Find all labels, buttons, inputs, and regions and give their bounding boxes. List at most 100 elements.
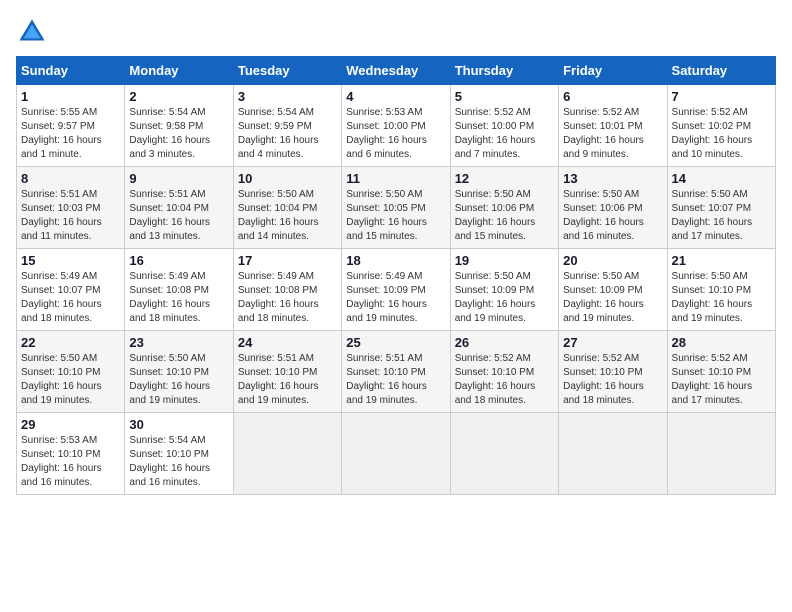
day-detail: Sunrise: 5:55 AMSunset: 9:57 PMDaylight:… bbox=[21, 106, 120, 162]
day-detail: Sunrise: 5:50 AMSunset: 10:09 PMDaylight… bbox=[563, 270, 662, 326]
day-number: 5 bbox=[455, 89, 554, 104]
day-number: 24 bbox=[238, 335, 337, 350]
day-number: 30 bbox=[129, 417, 228, 432]
day-detail: Sunrise: 5:50 AMSunset: 10:07 PMDaylight… bbox=[672, 188, 771, 244]
calendar-cell: 21Sunrise: 5:50 AMSunset: 10:10 PMDaylig… bbox=[667, 249, 775, 331]
calendar-cell: 19Sunrise: 5:50 AMSunset: 10:09 PMDaylig… bbox=[450, 249, 558, 331]
col-header-monday: Monday bbox=[125, 57, 233, 85]
calendar-cell: 24Sunrise: 5:51 AMSunset: 10:10 PMDaylig… bbox=[233, 331, 341, 413]
calendar-cell bbox=[233, 413, 341, 495]
day-detail: Sunrise: 5:52 AMSunset: 10:01 PMDaylight… bbox=[563, 106, 662, 162]
calendar-cell: 26 Sunrise: 5:52 AMSunset: 10:10 PMDaylig… bbox=[450, 331, 558, 413]
day-detail: Sunrise: 5:52 AMSunset: 10:10 PMDaylight… bbox=[455, 352, 554, 408]
col-header-friday: Friday bbox=[559, 57, 667, 85]
calendar-cell: 12 Sunrise: 5:50 AMSunset: 10:06 PMDaylig… bbox=[450, 167, 558, 249]
day-detail: Sunrise: 5:54 AMSunset: 9:58 PMDaylight:… bbox=[129, 106, 228, 162]
day-detail: Sunrise: 5:52 AMSunset: 10:02 PMDaylight… bbox=[672, 106, 771, 162]
col-header-wednesday: Wednesday bbox=[342, 57, 450, 85]
day-number: 7 bbox=[672, 89, 771, 104]
day-number: 25 bbox=[346, 335, 445, 350]
calendar-cell: 25 Sunrise: 5:51 AMSunset: 10:10 PMDaylig… bbox=[342, 331, 450, 413]
calendar-cell: 1 Sunrise: 5:55 AMSunset: 9:57 PMDaylight… bbox=[17, 85, 125, 167]
day-detail: Sunrise: 5:51 AMSunset: 10:10 PMDaylight… bbox=[346, 352, 445, 408]
logo bbox=[16, 16, 46, 44]
day-detail: Sunrise: 5:54 AMSunset: 9:59 PMDaylight:… bbox=[238, 106, 337, 162]
day-number: 8 bbox=[21, 171, 120, 186]
calendar-cell: 13 Sunrise: 5:50 AMSunset: 10:06 PMDaylig… bbox=[559, 167, 667, 249]
calendar-cell: 6 Sunrise: 5:52 AMSunset: 10:01 PMDayligh… bbox=[559, 85, 667, 167]
calendar-cell: 22 Sunrise: 5:50 AMSunset: 10:10 PMDaylig… bbox=[17, 331, 125, 413]
day-detail: Sunrise: 5:50 AMSunset: 10:06 PMDaylight… bbox=[563, 188, 662, 244]
day-detail: Sunrise: 5:50 AMSunset: 10:10 PMDaylight… bbox=[129, 352, 228, 408]
calendar-cell bbox=[342, 413, 450, 495]
calendar-cell: 7 Sunrise: 5:52 AMSunset: 10:02 PMDayligh… bbox=[667, 85, 775, 167]
calendar-cell: 2 Sunrise: 5:54 AMSunset: 9:58 PMDaylight… bbox=[125, 85, 233, 167]
day-number: 12 bbox=[455, 171, 554, 186]
day-detail: Sunrise: 5:52 AMSunset: 10:00 PMDaylight… bbox=[455, 106, 554, 162]
day-number: 27 bbox=[563, 335, 662, 350]
calendar-cell: 17 Sunrise: 5:49 AMSunset: 10:08 PMDaylig… bbox=[233, 249, 341, 331]
col-header-sunday: Sunday bbox=[17, 57, 125, 85]
day-number: 14 bbox=[672, 171, 771, 186]
day-number: 10 bbox=[238, 171, 337, 186]
day-detail: Sunrise: 5:51 AMSunset: 10:03 PMDaylight… bbox=[21, 188, 120, 244]
calendar-cell bbox=[559, 413, 667, 495]
day-detail: Sunrise: 5:50 AMSunset: 10:09 PMDaylight… bbox=[455, 270, 554, 326]
day-number: 16 bbox=[129, 253, 228, 268]
calendar-cell: 16 Sunrise: 5:49 AMSunset: 10:08 PMDaylig… bbox=[125, 249, 233, 331]
calendar-cell: 30 Sunrise: 5:54 AMSunset: 10:10 PMDaylig… bbox=[125, 413, 233, 495]
day-number: 13 bbox=[563, 171, 662, 186]
day-number: 29 bbox=[21, 417, 120, 432]
day-detail: Sunrise: 5:53 AMSunset: 10:00 PMDaylight… bbox=[346, 106, 445, 162]
calendar-cell: 4 Sunrise: 5:53 AMSunset: 10:00 PMDayligh… bbox=[342, 85, 450, 167]
day-detail: Sunrise: 5:52 AMSunset: 10:10 PMDaylight… bbox=[672, 352, 771, 408]
col-header-saturday: Saturday bbox=[667, 57, 775, 85]
day-number: 28 bbox=[672, 335, 771, 350]
day-detail: Sunrise: 5:49 AMSunset: 10:07 PMDaylight… bbox=[21, 270, 120, 326]
day-detail: Sunrise: 5:50 AMSunset: 10:04 PMDaylight… bbox=[238, 188, 337, 244]
calendar-cell: 11Sunrise: 5:50 AMSunset: 10:05 PMDaylig… bbox=[342, 167, 450, 249]
calendar-cell: 5 Sunrise: 5:52 AMSunset: 10:00 PMDayligh… bbox=[450, 85, 558, 167]
calendar-cell: 8 Sunrise: 5:51 AMSunset: 10:03 PMDayligh… bbox=[17, 167, 125, 249]
day-detail: Sunrise: 5:49 AMSunset: 10:09 PMDaylight… bbox=[346, 270, 445, 326]
calendar-cell bbox=[450, 413, 558, 495]
calendar-cell: 18 Sunrise: 5:49 AMSunset: 10:09 PMDaylig… bbox=[342, 249, 450, 331]
calendar-cell: 14 Sunrise: 5:50 AMSunset: 10:07 PMDaylig… bbox=[667, 167, 775, 249]
day-detail: Sunrise: 5:54 AMSunset: 10:10 PMDaylight… bbox=[129, 434, 228, 490]
calendar-cell: 29Sunrise: 5:53 AMSunset: 10:10 PMDaylig… bbox=[17, 413, 125, 495]
day-number: 3 bbox=[238, 89, 337, 104]
calendar-row: 15 Sunrise: 5:49 AMSunset: 10:07 PMDaylig… bbox=[17, 249, 776, 331]
day-detail: Sunrise: 5:49 AMSunset: 10:08 PMDaylight… bbox=[238, 270, 337, 326]
day-number: 23 bbox=[129, 335, 228, 350]
calendar-cell: 15 Sunrise: 5:49 AMSunset: 10:07 PMDaylig… bbox=[17, 249, 125, 331]
col-header-tuesday: Tuesday bbox=[233, 57, 341, 85]
day-number: 22 bbox=[21, 335, 120, 350]
calendar-table: SundayMondayTuesdayWednesdayThursdayFrid… bbox=[16, 56, 776, 495]
calendar-cell: 28 Sunrise: 5:52 AMSunset: 10:10 PMDaylig… bbox=[667, 331, 775, 413]
day-number: 6 bbox=[563, 89, 662, 104]
day-number: 20 bbox=[563, 253, 662, 268]
calendar-row: 1 Sunrise: 5:55 AMSunset: 9:57 PMDaylight… bbox=[17, 85, 776, 167]
calendar-cell: 3 Sunrise: 5:54 AMSunset: 9:59 PMDaylight… bbox=[233, 85, 341, 167]
day-detail: Sunrise: 5:49 AMSunset: 10:08 PMDaylight… bbox=[129, 270, 228, 326]
day-number: 18 bbox=[346, 253, 445, 268]
col-header-thursday: Thursday bbox=[450, 57, 558, 85]
day-number: 2 bbox=[129, 89, 228, 104]
calendar-cell: 10 Sunrise: 5:50 AMSunset: 10:04 PMDaylig… bbox=[233, 167, 341, 249]
day-number: 11 bbox=[346, 171, 445, 186]
calendar-cell: 23 Sunrise: 5:50 AMSunset: 10:10 PMDaylig… bbox=[125, 331, 233, 413]
day-number: 17 bbox=[238, 253, 337, 268]
calendar-cell: 27Sunrise: 5:52 AMSunset: 10:10 PMDaylig… bbox=[559, 331, 667, 413]
logo-icon bbox=[18, 16, 46, 44]
day-detail: Sunrise: 5:50 AMSunset: 10:06 PMDaylight… bbox=[455, 188, 554, 244]
day-number: 26 bbox=[455, 335, 554, 350]
calendar-cell: 9Sunrise: 5:51 AMSunset: 10:04 PMDayligh… bbox=[125, 167, 233, 249]
day-detail: Sunrise: 5:50 AMSunset: 10:10 PMDaylight… bbox=[21, 352, 120, 408]
day-number: 4 bbox=[346, 89, 445, 104]
day-number: 15 bbox=[21, 253, 120, 268]
calendar-row: 8 Sunrise: 5:51 AMSunset: 10:03 PMDayligh… bbox=[17, 167, 776, 249]
calendar-row: 22 Sunrise: 5:50 AMSunset: 10:10 PMDaylig… bbox=[17, 331, 776, 413]
day-number: 9 bbox=[129, 171, 228, 186]
day-number: 1 bbox=[21, 89, 120, 104]
day-detail: Sunrise: 5:50 AMSunset: 10:10 PMDaylight… bbox=[672, 270, 771, 326]
